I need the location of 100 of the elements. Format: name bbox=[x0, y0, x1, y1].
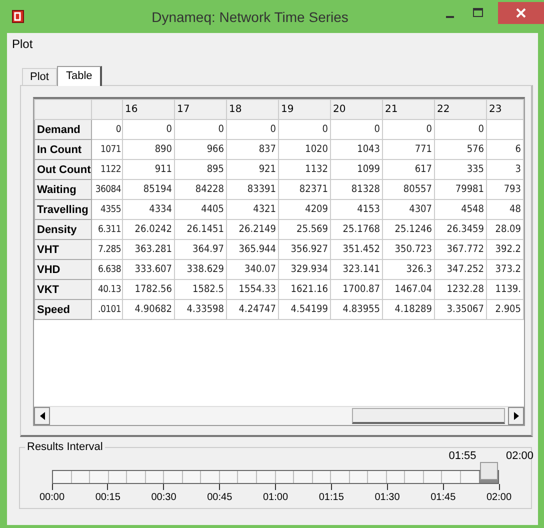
tick-label: 01:45 bbox=[430, 492, 456, 503]
column-header: 21 bbox=[385, 104, 398, 115]
table-cell: 4.24747 bbox=[238, 304, 276, 315]
tick-label: 00:00 bbox=[39, 492, 65, 503]
table-cell: 895 bbox=[206, 164, 224, 175]
row-header: Travelling bbox=[34, 200, 92, 220]
table-cell: 335 bbox=[466, 164, 484, 175]
row-header: Waiting bbox=[34, 180, 92, 200]
table-cell: 1132 bbox=[305, 164, 328, 175]
table-cell: 323.141 bbox=[342, 264, 380, 275]
table-cell: 3.35067 bbox=[446, 304, 484, 315]
app-icon bbox=[12, 10, 24, 23]
table-cell: 1582.5 bbox=[192, 284, 224, 295]
tab[interactable]: Plot bbox=[22, 68, 57, 85]
column-header: 16 bbox=[125, 104, 138, 115]
table-cell: 0 bbox=[218, 124, 224, 135]
table-cell: 1621.16 bbox=[290, 284, 328, 295]
table-cell: 347.252 bbox=[446, 264, 484, 275]
minimize-icon bbox=[446, 16, 454, 18]
table-cell: 48 bbox=[510, 204, 521, 215]
table-cell: 25.569 bbox=[296, 224, 328, 235]
table-cell: 329.934 bbox=[290, 264, 328, 275]
table-cell: 4355 bbox=[100, 204, 121, 215]
table-cell: 1232.28 bbox=[446, 284, 484, 295]
table-cell: 0 bbox=[426, 124, 432, 135]
table-cell: 1122 bbox=[100, 164, 121, 175]
row-header: In Count bbox=[34, 140, 92, 160]
table-cell: 4.18289 bbox=[394, 304, 432, 315]
table-cell: 6 bbox=[515, 144, 521, 155]
table-cell: 6.311 bbox=[98, 224, 121, 235]
table-cell: 26.0242 bbox=[134, 224, 172, 235]
max-time-label: 02:00 bbox=[506, 450, 534, 462]
table-cell: 4307 bbox=[409, 204, 432, 215]
tick-label: 02:00 bbox=[486, 492, 512, 503]
table-cell: 392.2 bbox=[495, 244, 521, 255]
slider-thumb[interactable] bbox=[480, 462, 498, 480]
left-arrow-icon[interactable] bbox=[40, 412, 44, 420]
tick-label: 00:15 bbox=[95, 492, 120, 503]
table-cell: 326.3 bbox=[406, 264, 432, 275]
tick-label: 00:45 bbox=[207, 492, 232, 503]
table-cell: 837 bbox=[258, 144, 276, 155]
table-cell: 26.3459 bbox=[446, 224, 484, 235]
table-cell: 4.90682 bbox=[134, 304, 172, 315]
column-header: 23 bbox=[489, 104, 502, 115]
table-cell: 83391 bbox=[247, 184, 276, 195]
table-cell: 6.638 bbox=[98, 264, 121, 275]
table-cell: 25.1768 bbox=[342, 224, 380, 235]
table-cell: 576 bbox=[466, 144, 484, 155]
table-cell: 82371 bbox=[299, 184, 328, 195]
menu-item[interactable]: Plot bbox=[10, 37, 35, 51]
table-cell: 28.09 bbox=[495, 224, 521, 235]
table-cell: 771 bbox=[414, 144, 432, 155]
table-cell: 81328 bbox=[351, 184, 380, 195]
table-cell: 4321 bbox=[253, 204, 276, 215]
table-cell: 4209 bbox=[305, 204, 328, 215]
table-cell: 1099 bbox=[357, 164, 380, 175]
table-cell: 1071 bbox=[100, 144, 121, 155]
table-cell: 4.33598 bbox=[186, 304, 224, 315]
column-header: 18 bbox=[229, 104, 242, 115]
row-header: VKT bbox=[34, 280, 92, 300]
column-header: 19 bbox=[281, 104, 294, 115]
table-cell: 1139. bbox=[495, 284, 521, 295]
table-cell: 350.723 bbox=[394, 244, 432, 255]
tick-label: 01:15 bbox=[318, 492, 344, 503]
table-cell: 0 bbox=[374, 124, 380, 135]
table-cell: 2.905 bbox=[495, 304, 521, 315]
maximize-icon bbox=[473, 8, 483, 18]
window-title: Dynameq: Network Time Series bbox=[150, 8, 350, 24]
table-cell: 4153 bbox=[357, 204, 380, 215]
row-header: Out Count bbox=[34, 160, 92, 180]
table-cell: 890 bbox=[154, 144, 172, 155]
horizontal-scrollbar[interactable] bbox=[34, 406, 524, 425]
table-cell: 4334 bbox=[149, 204, 172, 215]
table-cell: 25.1246 bbox=[394, 224, 432, 235]
table-cell: 338.629 bbox=[186, 264, 224, 275]
table-cell: 617 bbox=[414, 164, 432, 175]
group-title: Results Interval bbox=[25, 441, 105, 453]
table-cell: 0 bbox=[322, 124, 328, 135]
column-header: 17 bbox=[177, 104, 190, 115]
time-slider[interactable] bbox=[52, 462, 499, 484]
table-cell: 36084 bbox=[95, 184, 121, 195]
table-cell: 4.83955 bbox=[342, 304, 380, 315]
table-cell: 1700.87 bbox=[342, 284, 380, 295]
right-arrow-icon[interactable] bbox=[514, 412, 518, 420]
table-cell: 921 bbox=[258, 164, 276, 175]
row-header: Speed bbox=[34, 300, 92, 320]
current-time-label: 01:55 bbox=[448, 450, 476, 462]
table-cell: 1020 bbox=[305, 144, 328, 155]
table-cell: 966 bbox=[206, 144, 224, 155]
close-button[interactable] bbox=[498, 2, 544, 24]
table-cell: 1467.04 bbox=[394, 284, 432, 295]
tab[interactable]: Table bbox=[56, 66, 102, 86]
table-cell: 4.54199 bbox=[290, 304, 328, 315]
table-cell: 340.07 bbox=[244, 264, 276, 275]
table-cell: 793 bbox=[504, 184, 521, 195]
table-cell: 333.607 bbox=[134, 264, 172, 275]
row-header: Density bbox=[34, 220, 92, 240]
table-cell: 4405 bbox=[201, 204, 224, 215]
table-cell: .0101 bbox=[98, 304, 121, 315]
table-cell: 85194 bbox=[143, 184, 172, 195]
